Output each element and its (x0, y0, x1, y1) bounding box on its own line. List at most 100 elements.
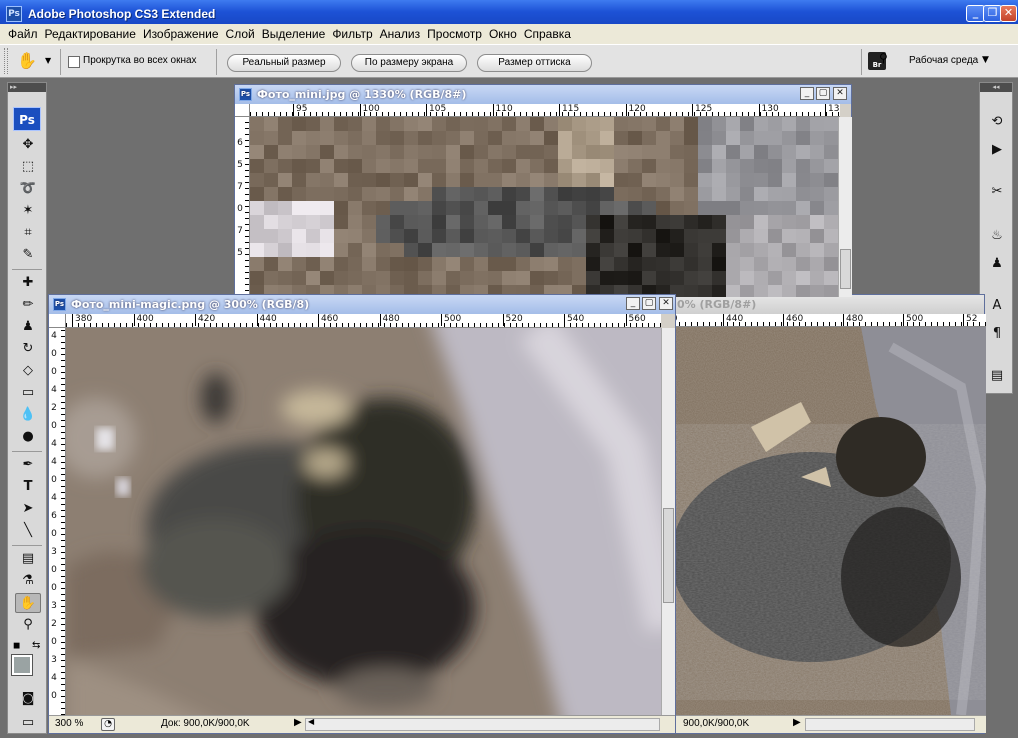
pixel-block (320, 159, 334, 173)
actions-panel-icon[interactable]: ▶ (985, 139, 1009, 161)
pixel-block (796, 173, 810, 187)
ruler-origin[interactable] (49, 314, 66, 328)
document-window-3[interactable]: 0% (RGB/8#) 0044046048050052 900,0K/900,… (660, 294, 986, 734)
ruler-origin[interactable] (235, 104, 250, 117)
eyedropper-tool-icon[interactable]: ⚗ (15, 571, 41, 591)
menu-file[interactable]: Файл (6, 27, 43, 41)
brushes-panel-icon[interactable]: ♨ (985, 225, 1009, 247)
menu-layer[interactable]: Слой (224, 27, 260, 41)
print-size-button[interactable]: Размер оттиска (477, 54, 592, 72)
character-panel-icon[interactable]: A (985, 295, 1009, 317)
clone-source-panel-icon[interactable]: ♟ (985, 253, 1009, 275)
document-window-2[interactable]: Ps Фото_mini-magic.png @ 300% (RGB/8) _ … (48, 294, 676, 734)
menu-image[interactable]: Изображение (141, 27, 224, 41)
menu-filter[interactable]: Фильтр (330, 27, 377, 41)
document-window-1[interactable]: Ps Фото_mini.jpg @ 1330% (RGB/8#) _ ▢ ✕ … (234, 84, 852, 297)
pixel-block (418, 173, 432, 187)
menu-window[interactable]: Окно (487, 27, 522, 41)
workspace-dropdown-arrow-icon[interactable]: ▼ (982, 55, 989, 65)
doc1-minimize-icon[interactable]: _ (800, 87, 814, 100)
status-menu-arrow-icon[interactable]: ▶ (793, 717, 801, 728)
panel-dock-header[interactable]: ◂◂ (980, 83, 1012, 92)
scroll-left-arrow-icon[interactable]: ◀ (308, 717, 314, 726)
document-2-titlebar[interactable]: Ps Фото_mini-magic.png @ 300% (RGB/8) (49, 295, 675, 314)
screen-mode-icon[interactable]: ▭ (15, 713, 41, 733)
menu-help[interactable]: Справка (522, 27, 576, 41)
scroll-thumb[interactable] (840, 249, 851, 289)
type-tool-icon[interactable]: T (15, 477, 41, 497)
quick-mask-icon[interactable]: ◙ (15, 689, 41, 709)
options-grip[interactable] (4, 48, 8, 74)
doc2-close-icon[interactable]: ✕ (659, 297, 673, 310)
magic-wand-tool-icon[interactable]: ✶ (15, 201, 41, 221)
brush-tool-icon[interactable]: ✏ (15, 295, 41, 315)
default-colors-icon[interactable]: ◼ (13, 641, 20, 651)
slice-tool-icon[interactable]: ✎ (15, 245, 41, 265)
photoshop-logo-icon[interactable]: Ps (13, 107, 41, 131)
zoom-level[interactable]: 300 % (55, 716, 83, 732)
scroll-thumb[interactable] (663, 508, 674, 603)
hand-tool-preset-icon[interactable]: ✋ (17, 51, 37, 70)
document-3-title[interactable]: 0% (RGB/8#) (661, 295, 984, 314)
horizontal-scrollbar[interactable]: ◀ (305, 717, 660, 731)
document-3-info: 900,0K/900,0K (683, 718, 750, 729)
pixel-block (670, 173, 684, 187)
foreground-color-swatch[interactable] (11, 654, 33, 676)
lasso-tool-icon[interactable]: ➰ (15, 179, 41, 199)
status-preview-icon[interactable]: ◔ (101, 718, 115, 731)
scroll-all-windows-checkbox[interactable] (68, 56, 80, 68)
actual-pixels-button[interactable]: Реальный размер (227, 54, 341, 72)
vertical-scrollbar[interactable] (661, 328, 675, 715)
pen-tool-icon[interactable]: ✒ (15, 455, 41, 475)
pixel-block (320, 271, 334, 285)
preset-dropdown-arrow-icon[interactable]: ▼ (45, 56, 51, 65)
menu-select[interactable]: Выделение (260, 27, 331, 41)
pixel-block (390, 159, 404, 173)
healing-brush-tool-icon[interactable]: ✚ (15, 273, 41, 293)
layer-comps-panel-icon[interactable]: ▤ (985, 365, 1009, 387)
horizontal-scrollbar[interactable] (805, 718, 975, 731)
document-1-canvas[interactable] (250, 117, 838, 297)
paragraph-panel-icon[interactable]: ¶ (985, 323, 1009, 345)
pixel-block (348, 145, 362, 159)
path-selection-tool-icon[interactable]: ➤ (15, 499, 41, 519)
menu-edit[interactable]: Редактирование (43, 27, 141, 41)
notes-tool-icon[interactable]: ▤ (15, 549, 41, 569)
clone-stamp-tool-icon[interactable]: ♟ (15, 317, 41, 337)
document-1-titlebar[interactable]: Ps Фото_mini.jpg @ 1330% (RGB/8#) (235, 85, 851, 104)
tools-panel-header[interactable]: ▸▸ (8, 83, 46, 92)
hand-tool-icon[interactable]: ✋ (15, 593, 41, 613)
zoom-tool-icon[interactable]: ⚲ (15, 615, 41, 635)
history-brush-tool-icon[interactable]: ↻ (15, 339, 41, 359)
pixel-block (376, 243, 390, 257)
history-panel-icon[interactable]: ⟲ (985, 111, 1009, 133)
menu-view[interactable]: Просмотр (425, 27, 487, 41)
line-tool-icon[interactable]: ╲ (15, 521, 41, 541)
close-icon[interactable]: ✕ (1000, 5, 1017, 22)
doc1-close-icon[interactable]: ✕ (833, 87, 847, 100)
tool-presets-panel-icon[interactable]: ✂ (985, 181, 1009, 203)
move-tool-icon[interactable]: ✥ (15, 135, 41, 155)
workspace-menu[interactable]: Рабочая среда (909, 55, 978, 66)
status-menu-arrow-icon[interactable]: ▶ (294, 717, 302, 728)
pixel-block (516, 131, 530, 145)
ruler-tick-label: 4 (51, 385, 57, 395)
pixel-block (824, 243, 838, 257)
dodge-tool-icon[interactable]: ● (15, 427, 41, 447)
doc1-maximize-icon[interactable]: ▢ (816, 87, 830, 100)
eraser-tool-icon[interactable]: ◇ (15, 361, 41, 381)
document-2-canvas[interactable] (66, 328, 661, 715)
crop-tool-icon[interactable]: ⌗ (15, 223, 41, 243)
gradient-tool-icon[interactable]: ▭ (15, 383, 41, 403)
vertical-scrollbar[interactable] (838, 117, 852, 297)
swap-colors-icon[interactable]: ⇆ (32, 640, 40, 651)
fit-screen-button[interactable]: По размеру экрана (351, 54, 467, 72)
blur-tool-icon[interactable]: 💧 (15, 405, 41, 425)
menu-analysis[interactable]: Анализ (378, 27, 426, 41)
pixel-block (614, 159, 628, 173)
document-3-canvas[interactable] (661, 327, 986, 715)
pixel-block (824, 187, 838, 201)
doc2-maximize-icon[interactable]: ▢ (642, 297, 656, 310)
marquee-tool-icon[interactable]: ⬚ (15, 157, 41, 177)
doc2-minimize-icon[interactable]: _ (626, 297, 640, 310)
